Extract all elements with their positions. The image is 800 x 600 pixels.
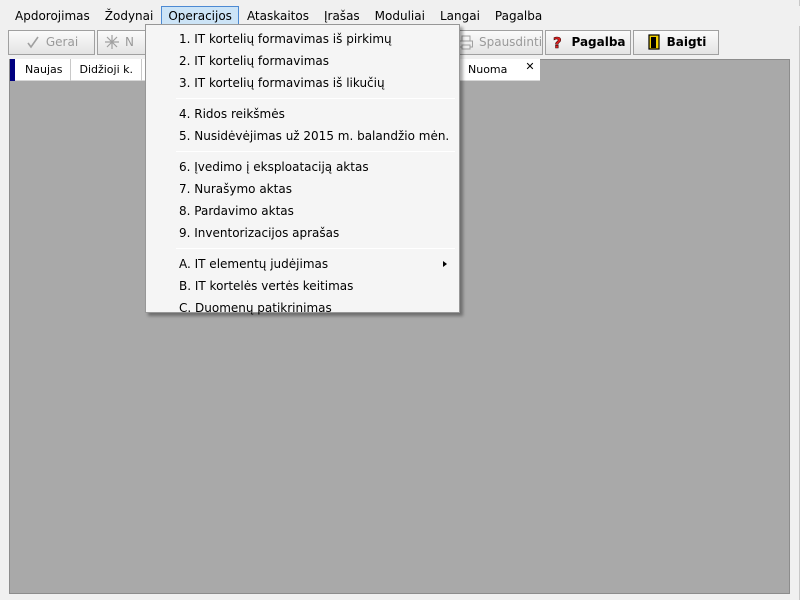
pagalba-button[interactable]: ? Pagalba	[545, 29, 631, 55]
spausdinti-label: Spausdinti	[478, 35, 543, 49]
tab-marker	[10, 58, 15, 81]
tab-naujas[interactable]: Naujas	[17, 58, 72, 81]
menu-item-9[interactable]: 9. Inventorizacijos aprašas	[148, 222, 457, 244]
tab-didzioji-knyga[interactable]: Didžioji k.	[71, 58, 143, 81]
new-record-icon	[104, 34, 120, 50]
pagalba-label: Pagalba	[571, 35, 626, 49]
question-mark-icon: ?	[550, 34, 566, 50]
tab-nuoma[interactable]: Nuoma	[460, 59, 515, 81]
submenu-arrow-icon	[443, 261, 447, 267]
exit-door-icon	[646, 34, 662, 50]
menu-langai[interactable]: Langai	[433, 6, 487, 26]
menu-separator	[176, 248, 455, 249]
naujas-label: N	[125, 35, 134, 49]
gerai-label: Gerai	[45, 35, 79, 49]
menu-zodynai[interactable]: Žodynai	[98, 6, 161, 26]
baigti-label: Baigti	[666, 35, 707, 49]
menu-ataskaitos[interactable]: Ataskaitos	[240, 6, 316, 26]
menu-item-5[interactable]: 5. Nusidėvėjimas už 2015 m. balandžio mė…	[148, 125, 457, 147]
printer-icon	[458, 34, 474, 50]
operacijos-dropdown-menu: 1. IT kortelių formavimas iš pirkimų 2. …	[145, 24, 460, 315]
naujas-button[interactable]: N	[97, 29, 147, 55]
menu-operacijos[interactable]: Operacijos	[161, 6, 239, 26]
menu-bar: Apdorojimas Žodynai Operacijos Ataskaito…	[0, 6, 800, 26]
checkmark-icon	[25, 34, 41, 50]
menu-moduliai[interactable]: Moduliai	[368, 6, 432, 26]
gerai-button[interactable]: Gerai	[8, 29, 95, 55]
menu-apdorojimas[interactable]: Apdorojimas	[8, 6, 97, 26]
baigti-button[interactable]: Baigti	[633, 29, 719, 55]
menu-item-b[interactable]: B. IT kortelės vertės keitimas	[148, 275, 457, 297]
menu-item-3[interactable]: 3. IT kortelių formavimas iš likučių	[148, 72, 457, 94]
spausdinti-button[interactable]: Spausdinti	[457, 29, 543, 55]
menu-item-c[interactable]: C. Duomenų patikrinimas	[148, 297, 457, 319]
menu-irasas[interactable]: Įrašas	[317, 6, 367, 26]
menu-item-a[interactable]: A. IT elementų judėjimas	[148, 253, 457, 275]
menu-item-1[interactable]: 1. IT kortelių formavimas iš pirkimų	[148, 28, 457, 50]
menu-item-4[interactable]: 4. Ridos reikšmės	[148, 103, 457, 125]
menu-item-2[interactable]: 2. IT kortelių formavimas	[148, 50, 457, 72]
menu-item-6[interactable]: 6. Įvedimo į eksploataciją aktas	[148, 156, 457, 178]
menu-item-8[interactable]: 8. Pardavimo aktas	[148, 200, 457, 222]
menu-item-a-label: A. IT elementų judėjimas	[179, 257, 329, 271]
close-icon[interactable]: ✕	[524, 60, 536, 73]
menu-pagalba[interactable]: Pagalba	[488, 6, 549, 26]
menu-separator	[176, 98, 455, 99]
menu-item-7[interactable]: 7. Nurašymo aktas	[148, 178, 457, 200]
svg-text:?: ?	[553, 34, 562, 50]
menu-separator	[176, 151, 455, 152]
